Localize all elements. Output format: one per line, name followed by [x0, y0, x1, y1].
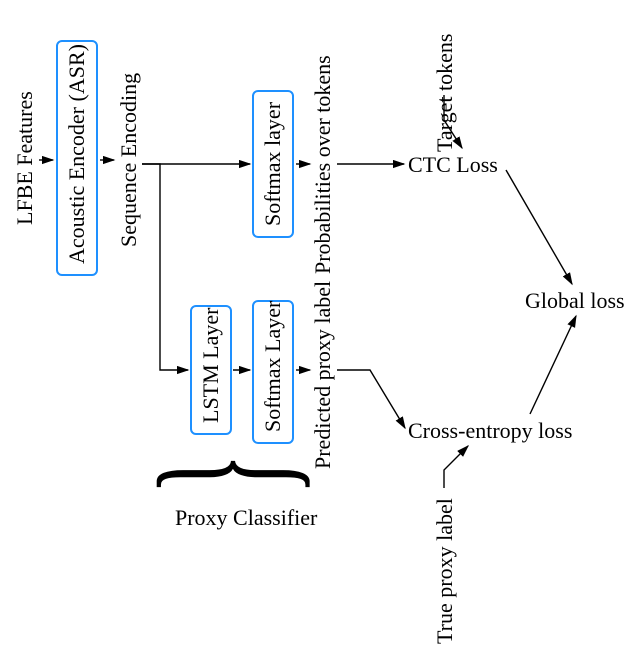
softmax-bottom-block: Softmax Layer	[252, 300, 294, 444]
true-proxy-label: True proxy label	[432, 490, 458, 652]
global-loss-label: Global loss	[525, 288, 625, 314]
ctc-loss-label: CTC Loss	[408, 152, 498, 178]
probs-label: Probabilities over tokens	[310, 40, 336, 290]
softmax-top-block: Softmax layer	[252, 90, 294, 238]
lstm-block: LSTM Layer	[190, 305, 232, 435]
proxy-classifier-label: Proxy Classifier	[175, 505, 317, 531]
proxy-classifier-brace: }	[134, 453, 319, 495]
lfbe-features-label: LFBE Features	[12, 78, 38, 238]
cross-entropy-loss-label: Cross-entropy loss	[408, 418, 572, 444]
sequence-encoding-label: Sequence Encoding	[116, 65, 142, 255]
acoustic-encoder-block: Acoustic Encoder (ASR)	[56, 40, 98, 276]
target-tokens-label: Target tokens	[432, 18, 458, 168]
predicted-proxy-label: Predicted proxy label	[310, 270, 336, 480]
